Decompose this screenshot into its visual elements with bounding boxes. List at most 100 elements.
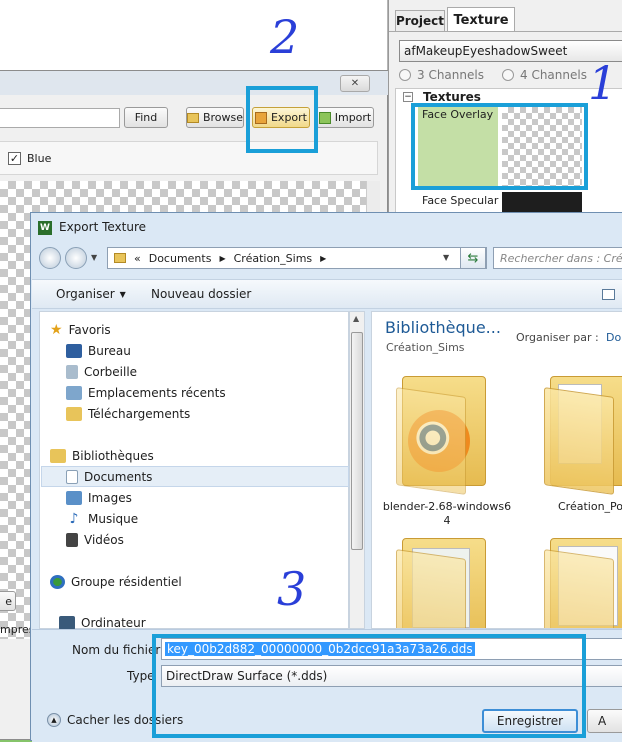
nav-libraries[interactable]: Bibliothèques xyxy=(50,446,154,466)
address-bar[interactable]: « Documents ▶ Création_Sims ▶ xyxy=(107,247,487,269)
music-icon: ♪ xyxy=(69,511,79,527)
nav-videos[interactable]: Vidéos xyxy=(66,530,124,550)
import-label: Import xyxy=(334,111,372,124)
folder-front xyxy=(544,549,614,628)
folder-blender[interactable] xyxy=(396,370,486,495)
blue-checkbox-label: Blue xyxy=(27,152,52,165)
annotation-3: 3 xyxy=(277,562,307,616)
collapse-toggle[interactable]: − xyxy=(403,92,413,102)
documents-icon xyxy=(66,470,78,484)
nav-label: Corbeille xyxy=(84,365,138,379)
annotation-1: 1 xyxy=(588,56,618,110)
breadcrumb-separator-icon: ▶ xyxy=(320,253,327,263)
nav-bureau[interactable]: Bureau xyxy=(66,341,131,361)
browse-button[interactable]: Browse xyxy=(186,107,244,128)
address-dropdown-icon[interactable]: ▼ xyxy=(443,253,449,262)
tab-texture[interactable]: Texture xyxy=(447,7,515,32)
annotation-2: 2 xyxy=(270,10,300,64)
radio-4-channels[interactable]: 4 Channels xyxy=(502,68,587,82)
folder-icon xyxy=(187,112,199,123)
videos-icon xyxy=(66,533,78,547)
highlight-box-1 xyxy=(411,103,588,190)
radio-icon xyxy=(399,69,411,81)
homegroup-icon xyxy=(50,575,65,589)
organize-menu[interactable]: Organiser ▼ xyxy=(56,287,126,301)
nav-label: Téléchargements xyxy=(88,407,191,421)
breadcrumb-overflow[interactable]: « xyxy=(134,252,141,265)
new-folder-button[interactable]: Nouveau dossier xyxy=(151,287,251,301)
history-chevron-icon[interactable]: ▼ xyxy=(91,253,97,262)
folder-creation[interactable] xyxy=(544,370,622,495)
nav-downloads[interactable]: Téléchargements xyxy=(66,404,190,424)
folder-item-4[interactable] xyxy=(544,532,622,628)
folder-front xyxy=(396,549,466,628)
nav-images[interactable]: Images xyxy=(66,488,132,508)
radio-icon xyxy=(502,69,514,81)
content-pane: Bibliothèque... Création_Sims Organiser … xyxy=(371,311,622,629)
chevron-up-icon: ▲ xyxy=(47,713,61,727)
find-button[interactable]: Find xyxy=(124,107,168,128)
nav-label: Vidéos xyxy=(84,533,124,547)
refresh-button[interactable]: ⇆ xyxy=(460,247,486,269)
nav-corbeille[interactable]: Corbeille xyxy=(66,362,137,382)
channel-row xyxy=(0,141,378,175)
cancel-button[interactable]: A xyxy=(587,709,622,733)
folder-item-3[interactable] xyxy=(396,532,486,628)
breadcrumb-separator-icon: ▶ xyxy=(219,253,226,263)
scroll-up-icon[interactable]: ▲ xyxy=(353,314,359,323)
recent-places-icon xyxy=(66,386,82,400)
nav-label: Images xyxy=(88,491,132,505)
filename-label: Nom du fichier xyxy=(72,643,161,657)
nav-label: Emplacements récents xyxy=(88,386,226,400)
tab-project[interactable]: Project xyxy=(395,10,445,31)
nav-favorites[interactable]: ★ Favoris xyxy=(50,320,111,340)
scroll-thumb[interactable] xyxy=(351,332,363,550)
computer-icon xyxy=(59,616,75,630)
navigation-scrollbar[interactable]: ▲ xyxy=(349,311,365,629)
import-icon xyxy=(318,111,331,124)
library-subtitle: Création_Sims xyxy=(386,341,465,354)
breadcrumb-creation-sims[interactable]: Création_Sims xyxy=(234,252,313,265)
breadcrumb-documents[interactable]: Documents xyxy=(149,252,212,265)
nav-label: Favoris xyxy=(68,323,111,337)
nav-label: Musique xyxy=(88,512,139,526)
radio-label: 4 Channels xyxy=(520,68,587,82)
blue-checkbox[interactable]: ✓ xyxy=(8,152,21,165)
libraries-icon xyxy=(50,449,66,463)
file-label-creation: Création_Po xyxy=(558,500,622,513)
nav-recent-places[interactable]: Emplacements récents xyxy=(66,383,226,403)
dialog-title: Export Texture xyxy=(59,220,147,234)
nav-music[interactable]: ♪ Musique xyxy=(66,509,139,529)
tab-line xyxy=(389,31,622,32)
arrange-by-dropdown[interactable]: Do xyxy=(606,331,621,344)
organize-label: Organiser xyxy=(56,287,115,301)
close-icon[interactable]: ✕ xyxy=(340,75,370,92)
nav-documents[interactable]: Documents xyxy=(66,467,152,487)
import-button[interactable]: Import xyxy=(316,107,374,128)
forward-button[interactable] xyxy=(65,247,87,269)
face-specular-label: Face Specular xyxy=(422,194,499,207)
images-icon xyxy=(66,491,82,505)
search-input[interactable]: Rechercher dans : Créa xyxy=(493,247,622,269)
desktop-icon xyxy=(66,344,82,358)
partial-button-label: e xyxy=(5,594,12,608)
chevron-down-icon: ▼ xyxy=(119,289,126,299)
refresh-icon: ⇆ xyxy=(467,250,479,266)
arrange-by-label: Organiser par : xyxy=(516,331,599,344)
star-icon: ★ xyxy=(50,322,63,338)
textures-header: Textures xyxy=(423,90,481,104)
folder-front xyxy=(396,387,466,495)
search-field[interactable] xyxy=(0,108,120,128)
nav-label: Bibliothèques xyxy=(72,449,154,463)
browse-label: Browse xyxy=(202,111,243,124)
type-label: Type xyxy=(127,669,155,683)
downloads-icon xyxy=(66,407,82,421)
nav-label: Documents xyxy=(84,470,153,484)
radio-label: 3 Channels xyxy=(417,68,484,82)
nav-homegroup[interactable]: Groupe résidentiel xyxy=(50,572,182,592)
back-button[interactable] xyxy=(39,247,61,269)
highlight-box-2 xyxy=(246,86,318,153)
radio-3-channels[interactable]: 3 Channels xyxy=(399,68,484,82)
partial-button[interactable]: e xyxy=(0,591,16,611)
view-options-icon[interactable] xyxy=(602,289,615,300)
